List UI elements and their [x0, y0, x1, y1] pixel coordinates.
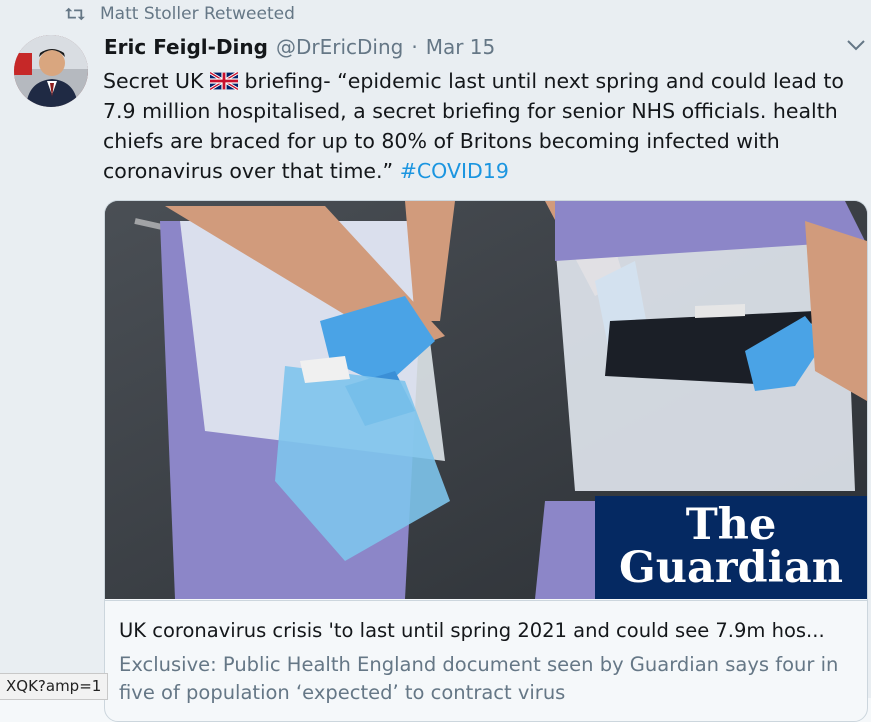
- retweet-context: Matt Stoller Retweeted: [64, 2, 295, 26]
- tweet-header: Eric Feigl-Ding @DrEricDing · Mar 15: [104, 35, 495, 63]
- header-separator: ·: [411, 35, 418, 59]
- tweet[interactable]: Matt Stoller Retweeted Eric Feigl-Ding @…: [0, 0, 871, 722]
- card-description: Exclusive: Public Health England documen…: [119, 653, 839, 704]
- link-card[interactable]: The Guardian UK coronavirus crisis 'to l…: [104, 200, 868, 722]
- tweet-text-part1: Secret UK: [103, 69, 211, 93]
- card-image[interactable]: The Guardian: [105, 201, 867, 599]
- card-text[interactable]: UK coronavirus crisis 'to last until spr…: [105, 600, 867, 704]
- brand-line1: The: [685, 500, 777, 550]
- status-bar-url: XQK?amp=1: [0, 673, 109, 700]
- guardian-logo: The Guardian: [595, 496, 867, 599]
- card-title[interactable]: UK coronavirus crisis 'to last until spr…: [119, 619, 859, 642]
- chevron-down-icon[interactable]: [846, 38, 866, 52]
- tweet-text: Secret UK briefing- “epidemic last until…: [103, 66, 863, 186]
- tweet-date[interactable]: Mar 15: [426, 35, 496, 59]
- brand-line2: Guardian: [618, 543, 844, 593]
- uk-flag-icon: [210, 72, 239, 90]
- author-handle[interactable]: @DrEricDing: [276, 35, 403, 59]
- retweet-icon: [65, 7, 85, 21]
- retweet-label[interactable]: Matt Stoller Retweeted: [100, 4, 295, 24]
- author-name[interactable]: Eric Feigl-Ding: [104, 35, 268, 59]
- hashtag-link[interactable]: #COVID19: [400, 159, 509, 183]
- avatar[interactable]: [14, 35, 88, 107]
